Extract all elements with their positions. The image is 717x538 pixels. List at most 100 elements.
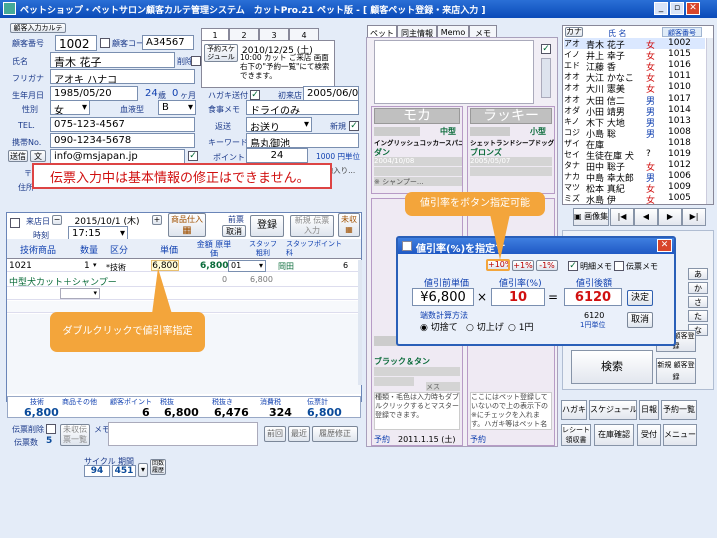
row1-kind[interactable]: *技術: [106, 262, 126, 273]
prev-visit-button[interactable]: 前回: [264, 426, 286, 442]
menu-button[interactable]: メニュー: [663, 424, 697, 446]
list-item[interactable]: マツ 松本 真紀女 1009: [564, 182, 705, 195]
row1-code[interactable]: 1021: [9, 261, 32, 271]
dialog-ok-button[interactable]: 決定: [627, 290, 653, 306]
list-item[interactable]: エド 江藤 香女 1016: [564, 60, 705, 73]
tab-1[interactable]: 1: [201, 28, 229, 40]
email-field[interactable]: info@msjapan.jp: [50, 149, 185, 164]
customer-id-checkbox[interactable]: [100, 38, 110, 48]
next-day-button[interactable]: +: [152, 215, 162, 225]
prev-record-button[interactable]: ◀: [634, 208, 658, 226]
minus1-button[interactable]: -1%: [536, 260, 558, 271]
pet4-memo[interactable]: ここにはペット登録していないので上の表示下の※にチェックを入れます。ハガキ等はペ…: [470, 392, 552, 430]
point-field[interactable]: 24: [246, 148, 308, 163]
daily-report-button[interactable]: 日報: [639, 400, 659, 420]
list-item[interactable]: オダ 小田 靖男男 1014: [564, 105, 705, 118]
slip-memo-checkbox[interactable]: [614, 261, 624, 271]
table-scrollbar[interactable]: [358, 260, 362, 385]
customer-id-field[interactable]: 1002: [55, 35, 97, 51]
slip-select-checkbox[interactable]: [10, 218, 20, 228]
list-item[interactable]: オオ 大江 かなこ女 1011: [564, 71, 705, 84]
customer-list-scrollbar[interactable]: [706, 38, 713, 204]
list-item[interactable]: ナカ 中島 幸太郎男 1006: [564, 171, 705, 184]
new-customer-button[interactable]: 新規 顧客登録: [656, 358, 696, 384]
mail-send-button[interactable]: 送信: [8, 150, 28, 162]
slip-delete-checkbox[interactable]: [46, 424, 56, 434]
pet1-type-field[interactable]: [374, 127, 420, 136]
receipt-button[interactable]: レシート 領収書: [561, 424, 591, 446]
customer-card-button[interactable]: 顧客入力カルテ: [10, 23, 66, 33]
tab-2[interactable]: 2: [229, 28, 259, 40]
search-button[interactable]: 検索: [571, 350, 653, 384]
pet1-memo[interactable]: ※ シャンプー...: [374, 177, 462, 186]
list-item[interactable]: オオ 大田 信二男 1017: [564, 94, 705, 107]
image-gallery-button[interactable]: ▣ 画像集: [573, 208, 609, 226]
delete-checkbox[interactable]: [191, 56, 201, 66]
kana-field[interactable]: アオキ ハナコ: [50, 69, 195, 84]
round-floor-option[interactable]: ◉ 切捨て: [420, 320, 458, 333]
reception-button[interactable]: 受付: [637, 424, 661, 446]
pet1-name[interactable]: モカ: [374, 108, 460, 124]
tab-memo-en[interactable]: Memo: [437, 25, 469, 37]
memo-field[interactable]: [108, 422, 258, 446]
first-record-button[interactable]: |◀: [610, 208, 634, 226]
row1-staff[interactable]: 01 ▾: [228, 260, 266, 272]
row1-qty[interactable]: 1: [84, 261, 90, 271]
pet3-birth[interactable]: [374, 367, 460, 376]
list-item[interactable]: タナ 田中 聡子女 1012: [564, 160, 705, 173]
pet1-birth[interactable]: 2004/10/08: [374, 157, 462, 166]
round-1yen-option[interactable]: ○ 1円: [508, 320, 533, 333]
stock-check-button[interactable]: 在庫確認: [594, 424, 634, 446]
keyword-field[interactable]: 鳥丸御池: [246, 133, 359, 148]
postcard-button[interactable]: ハガキ: [561, 400, 587, 420]
tab-4[interactable]: 4: [289, 28, 319, 40]
minimize-button[interactable]: _: [654, 2, 668, 15]
list-item[interactable]: イノ 井上 幸子女 1015: [564, 49, 705, 62]
dm-checkbox[interactable]: [250, 90, 260, 100]
next-record-button[interactable]: ▶: [658, 208, 682, 226]
list-item[interactable]: アオ 青木 花子女 1002: [564, 38, 705, 51]
row3-qty-select[interactable]: ▾: [60, 288, 100, 299]
name-field[interactable]: 青木 花子: [50, 52, 175, 68]
gender-select[interactable]: 女 ▾: [50, 100, 90, 115]
goods-purchase-button[interactable]: 商品仕入 ▦: [168, 213, 206, 237]
kana-key-ta[interactable]: た: [688, 310, 708, 322]
list-item[interactable]: セイ 生徒在庫 犬? 1019: [564, 149, 705, 162]
col-customer-no[interactable]: 顧客番号: [662, 27, 702, 37]
pet2-name[interactable]: ラッキー: [470, 108, 552, 124]
dialog-close-button[interactable]: ✕: [657, 239, 672, 252]
recent-button[interactable]: 最近: [288, 426, 310, 442]
mail-text-button[interactable]: 文: [30, 150, 46, 162]
first-visit-field[interactable]: 2005/06/05: [303, 86, 359, 101]
pet2-birth[interactable]: 2005/05/07: [470, 157, 552, 166]
mobile-field[interactable]: 090-1234-5678: [50, 133, 195, 148]
food-field[interactable]: ドライのみ: [246, 100, 359, 115]
row2-product-name[interactable]: 中型犬カット＋シャンプー: [9, 275, 117, 288]
schedule-button[interactable]: 予約スケジュール: [204, 44, 238, 62]
pickup-select[interactable]: お送り ▾: [246, 117, 312, 132]
birth-field[interactable]: 1985/05/20: [50, 86, 138, 101]
line-memo-checkbox[interactable]: [568, 261, 578, 271]
new-slip-button[interactable]: 新規 伝票入力: [290, 215, 334, 237]
tab-memo-jp[interactable]: メモ: [469, 25, 497, 38]
schedule-list-button[interactable]: スケジュール: [589, 400, 637, 420]
list-item[interactable]: キノ 木下 大地男 1013: [564, 116, 705, 129]
history-edit-button[interactable]: 履歴修正: [312, 426, 358, 442]
tel-field[interactable]: 075-123-4567: [50, 117, 195, 132]
pet2-type-field[interactable]: [470, 127, 510, 136]
kana-key-sa[interactable]: さ: [688, 296, 708, 308]
pet-photo-scrollbar[interactable]: [541, 58, 551, 98]
tab-household[interactable]: 同主情報: [397, 25, 437, 38]
table-row[interactable]: [7, 260, 361, 272]
list-item[interactable]: オオ 大川 憲美女 1010: [564, 82, 705, 95]
tab-pet[interactable]: ペット: [367, 25, 397, 38]
row1-qty-dropdown[interactable]: ▾: [93, 261, 97, 269]
new-checkbox[interactable]: [349, 121, 359, 131]
maximize-button[interactable]: ▫: [670, 2, 684, 15]
kana-key-ka[interactable]: か: [688, 282, 708, 294]
visit-count-button[interactable]: 回数 履歴: [150, 459, 166, 475]
pet3-gender[interactable]: メス: [426, 382, 460, 391]
pet3-memo[interactable]: 種類・毛色は入力時もダブルクリックするとマスター登録できます。: [374, 392, 460, 430]
kana-sort-tab[interactable]: カナ: [565, 27, 583, 37]
list-item[interactable]: コジ 小島 聡男 1008: [564, 127, 705, 140]
